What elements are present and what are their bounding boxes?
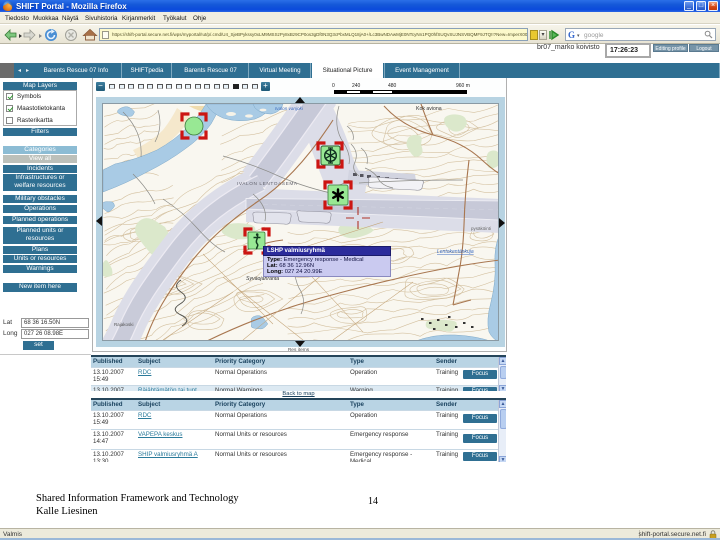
svg-text:Ivalon vanjoki: Ivalon vanjoki xyxy=(275,106,304,111)
svg-text:Lentokentänkuja: Lentokentänkuja xyxy=(437,249,474,255)
svg-text:Rajakoski: Rajakoski xyxy=(114,322,134,327)
svg-text:Kok aviona: Kok aviona xyxy=(416,106,442,112)
svg-text:pysäköinti: pysäköinti xyxy=(471,226,491,231)
svg-text:IVALON LENTOASEMA: IVALON LENTOASEMA xyxy=(237,181,298,187)
